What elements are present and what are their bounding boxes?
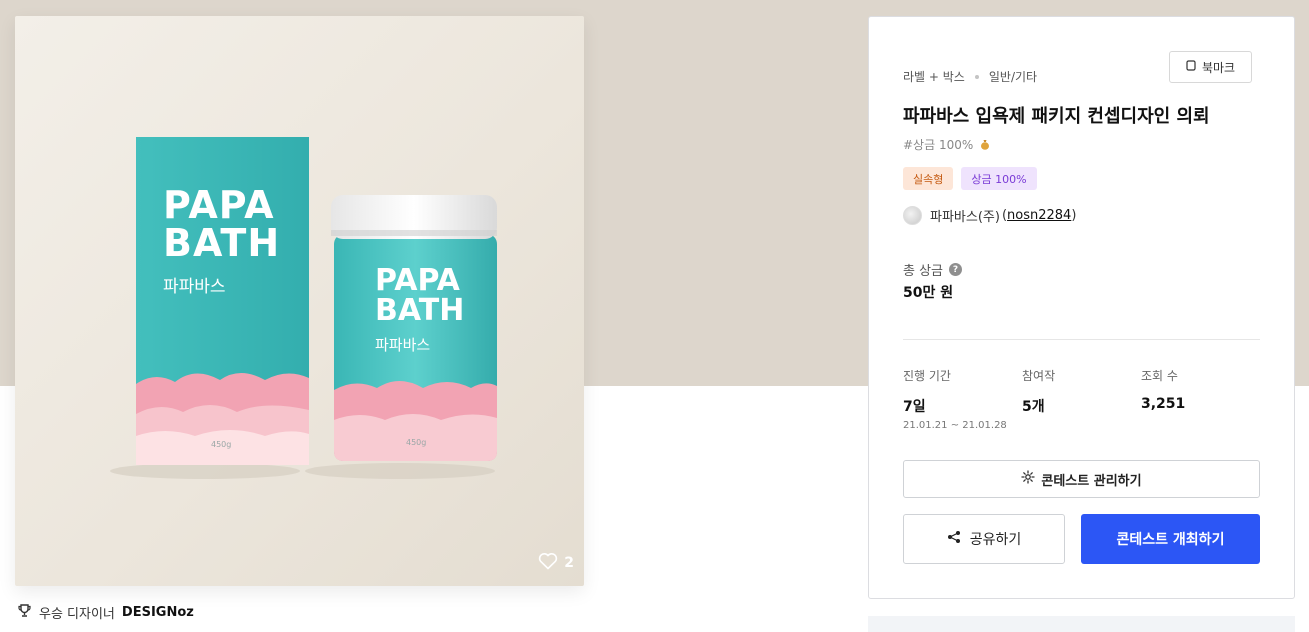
- stat-label: 진행 기간: [903, 369, 951, 383]
- box-brand-line1: PAPA: [163, 183, 275, 227]
- box-brand-line2: BATH: [163, 221, 281, 265]
- share-button[interactable]: 공유하기: [903, 514, 1065, 564]
- box-weight: 450g: [211, 440, 232, 449]
- stat-value: 5개: [1022, 399, 1045, 415]
- manage-contest-label: 콘테스트 관리하기: [1041, 473, 1142, 489]
- total-prize-label: 총 상금 ?: [903, 260, 963, 279]
- host-avatar: [903, 206, 922, 225]
- product-illustration: [110, 137, 497, 479]
- stat-value: 3,251: [1141, 396, 1186, 412]
- host-info: 파파바스(주) (nosn2284): [903, 206, 1076, 225]
- gear-icon: [1021, 470, 1036, 488]
- product-image[interactable]: PAPA BATH 파파바스 450g PAPA BATH 파파바스 450g …: [15, 16, 584, 586]
- breadcrumb: 라벨 + 박스 일반/기타: [903, 68, 1037, 85]
- winner-prefix: 우승 디자이너: [39, 607, 115, 622]
- contest-tags: 실속형 상금 100%: [903, 167, 1037, 190]
- box-label: PAPA BATH 파파바스: [163, 186, 293, 297]
- host-name: 파파바스(주): [930, 210, 1000, 225]
- bookmark-icon: [1186, 60, 1196, 74]
- stat-label: 참여작: [1022, 369, 1056, 383]
- total-prize-text: 총 상금: [903, 264, 944, 279]
- subcategory-label[interactable]: 일반/기타: [989, 68, 1037, 85]
- jar-brand-korean: 파파바스: [375, 336, 431, 354]
- winner-designer: 우승 디자이너 DESIGNoz: [17, 603, 194, 622]
- category-label[interactable]: 라벨 + 박스: [903, 68, 965, 85]
- trophy-icon: [17, 603, 32, 622]
- stat-value: 7일: [903, 399, 926, 415]
- stat-entries: 참여작 5개: [1022, 367, 1055, 416]
- host-contest-button[interactable]: 콘테스트 개최하기: [1081, 514, 1260, 564]
- money-bag-icon: [980, 139, 990, 150]
- manage-contest-button[interactable]: 콘테스트 관리하기: [903, 460, 1260, 498]
- contest-title: 파파바스 입욕제 패키지 컨셉디자인 의뢰: [903, 106, 1210, 127]
- stat-duration: 진행 기간 7일 21.01.21 ~ 21.01.28: [903, 367, 1007, 431]
- heart-icon: [538, 552, 558, 574]
- like-counter[interactable]: 2: [538, 552, 574, 574]
- host-id-link[interactable]: nosn2284: [1007, 208, 1071, 223]
- like-count-value: 2: [564, 555, 574, 571]
- jar-brand-line2: BATH: [375, 293, 465, 328]
- tag-full-prize: 상금 100%: [961, 167, 1037, 190]
- separator-dot: [974, 74, 979, 79]
- host-id-close: ): [1071, 208, 1077, 223]
- question-icon[interactable]: ?: [949, 263, 963, 276]
- host-id-wrapper: (nosn2284): [1002, 208, 1076, 223]
- tag-practical: 실속형: [903, 167, 954, 190]
- jar-label: PAPA BATH 파파바스: [375, 266, 485, 355]
- bookmark-button[interactable]: 북마크: [1169, 51, 1252, 83]
- share-label: 공유하기: [969, 532, 1022, 548]
- total-prize-value: 50만 원: [903, 285, 954, 301]
- divider: [903, 339, 1260, 340]
- winner-name[interactable]: DESIGNoz: [122, 605, 194, 620]
- next-card-preview: [868, 616, 1295, 632]
- contest-info-panel: 라벨 + 박스 일반/기타 북마크 파파바스 입욕제 패키지 컨셉디자인 의뢰 …: [868, 16, 1295, 599]
- hashtag-text: #상금 100%: [903, 138, 974, 152]
- share-icon: [947, 530, 961, 548]
- prize-hashtag[interactable]: #상금 100%: [903, 136, 990, 153]
- box-brand-korean: 파파바스: [163, 277, 226, 297]
- stat-views: 조회 수 3,251: [1141, 367, 1185, 412]
- jar-weight: 450g: [406, 438, 427, 447]
- stat-label: 조회 수: [1141, 369, 1178, 383]
- jar-brand-line1: PAPA: [375, 263, 460, 298]
- bookmark-label: 북마크: [1201, 60, 1236, 75]
- stat-date-range: 21.01.21 ~ 21.01.28: [903, 420, 1007, 431]
